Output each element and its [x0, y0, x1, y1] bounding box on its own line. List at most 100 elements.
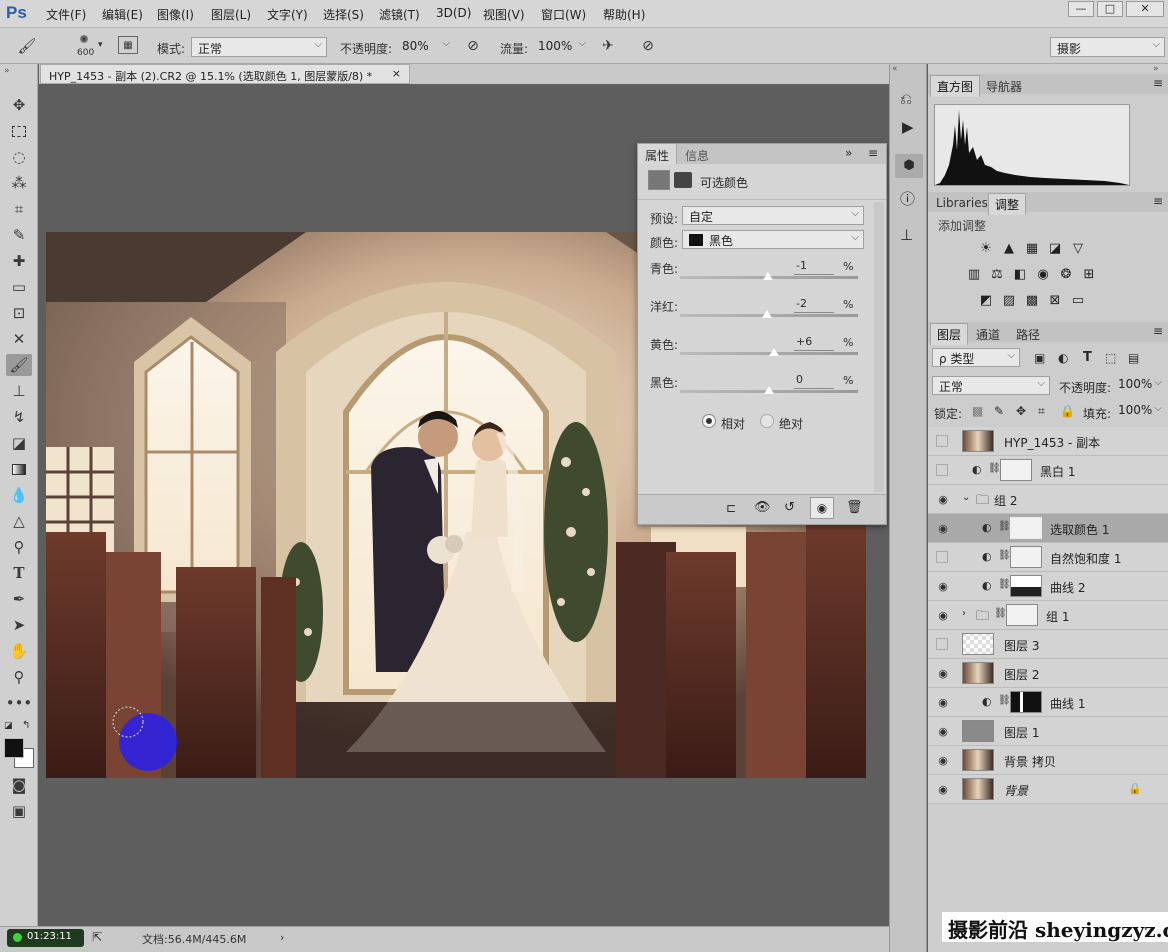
preset-dropdown[interactable]: 自定 ⌵ — [682, 206, 864, 225]
layer-row[interactable]: ◐ ⛓ 自然饱和度 1 — [928, 543, 1168, 572]
menu-3d[interactable]: 3D(D) — [436, 6, 471, 20]
link-icon[interactable]: ⛓ — [998, 521, 1011, 532]
default-colors-icon[interactable]: ◪ — [4, 721, 13, 731]
menu-window[interactable]: 窗口(W) — [541, 6, 586, 23]
frame-tool-icon[interactable]: ⊡ — [6, 302, 32, 324]
menu-edit[interactable]: 编辑(E) — [102, 6, 143, 23]
blend-mode-dropdown[interactable]: 正常 ⌵ — [932, 376, 1050, 395]
tab-paths[interactable]: 路径 — [1010, 324, 1046, 345]
posterize-icon[interactable]: ▨ — [1001, 292, 1017, 308]
tab-histogram[interactable]: 直方图 — [930, 75, 981, 97]
chevron-down-icon[interactable]: ⌄ — [962, 492, 970, 503]
visibility-box-icon[interactable] — [936, 551, 948, 563]
3d-panel-button[interactable]: ⬢ — [895, 154, 923, 178]
eye-icon[interactable]: ◉ — [936, 754, 950, 767]
link-icon[interactable]: ⛓ — [998, 695, 1011, 706]
close-tab-icon[interactable]: × — [392, 67, 401, 80]
reset-icon[interactable]: ↺ — [784, 500, 795, 515]
slider-value-field[interactable]: -1 — [794, 259, 834, 275]
menu-image[interactable]: 图像(I) — [157, 6, 194, 23]
collapse-right-icon[interactable]: » — [1153, 64, 1159, 74]
history-brush-icon[interactable]: ↯ — [6, 406, 32, 428]
layer-thumbnail[interactable] — [962, 430, 994, 452]
eye-icon[interactable]: ◉ — [936, 493, 950, 506]
quick-mask-icon[interactable]: ◙ — [6, 774, 32, 796]
layer-row[interactable]: ◉ › 🗀 ⛓ 组 1 — [928, 601, 1168, 630]
invert-icon[interactable]: ◩ — [978, 292, 994, 308]
tab-channels[interactable]: 通道 — [970, 324, 1006, 345]
radio-relative[interactable] — [702, 414, 716, 428]
layer-row[interactable]: ◐ ⛓ 黑白 1 — [928, 456, 1168, 485]
eraser-tool-icon[interactable]: ◪ — [6, 432, 32, 454]
menu-help[interactable]: 帮助(H) — [603, 6, 645, 23]
tab-adjustments[interactable]: 调整 — [988, 193, 1027, 215]
brightness-icon[interactable]: ☀ — [978, 240, 994, 256]
layer-thumbnail[interactable] — [962, 720, 994, 742]
tab-info[interactable]: 信息 — [678, 144, 716, 164]
lock-pixels-icon[interactable]: ✎ — [994, 404, 1004, 418]
panel-menu-icon[interactable]: ≡ — [868, 146, 878, 160]
filter-adjust-icon[interactable]: ◐ — [1058, 351, 1068, 365]
layer-thumbnail[interactable] — [962, 633, 994, 655]
stamp-tool-icon[interactable]: ⊥ — [6, 380, 32, 402]
slider-thumb[interactable] — [764, 386, 774, 394]
link-icon[interactable]: ⛓ — [998, 579, 1011, 590]
eye-icon[interactable]: ◉ — [936, 725, 950, 738]
maximize-button[interactable]: □ — [1097, 1, 1123, 17]
clip-to-layer-icon[interactable]: ⊏ — [726, 501, 736, 515]
color-balance-icon[interactable]: ⚖ — [989, 266, 1005, 282]
mask-icon[interactable] — [674, 172, 692, 188]
pressure-size-icon[interactable]: ⊘ — [638, 36, 658, 56]
actions-play-icon[interactable]: ▶ — [902, 118, 914, 136]
hand-tool-icon[interactable]: ✋ — [6, 640, 32, 662]
layer-row[interactable]: 图层 3 — [928, 630, 1168, 659]
eye-icon[interactable]: ◉ — [936, 522, 950, 535]
slider-value-field[interactable]: -2 — [794, 297, 834, 313]
layer-thumbnail[interactable] — [962, 778, 994, 800]
filter-smart-icon[interactable]: ▤ — [1128, 351, 1139, 365]
layer-thumbnail[interactable] — [962, 662, 994, 684]
crop-tool-icon[interactable]: ⌗ — [6, 198, 32, 220]
toggle-visibility-button[interactable]: ◉ — [810, 497, 834, 519]
close-window-button[interactable]: ✕ — [1126, 1, 1164, 17]
layer-row[interactable]: ◉ ◐ ⛓ 曲线 2 — [928, 572, 1168, 601]
black-white-icon[interactable]: ◧ — [1012, 266, 1028, 282]
layer-row[interactable]: ◉ ◐ ⛓ 选取颜色 1 — [928, 514, 1168, 543]
tab-properties[interactable]: 属性 — [638, 144, 678, 164]
swap-colors-icon[interactable]: ↰ — [22, 720, 30, 731]
chevron-right-icon[interactable]: › — [962, 608, 966, 619]
layer-row[interactable]: ◉ 图层 2 — [928, 659, 1168, 688]
slider-thumb[interactable] — [763, 272, 774, 280]
layer-mask-thumbnail[interactable] — [1010, 575, 1042, 597]
menu-filter[interactable]: 滤镜(T) — [379, 6, 420, 23]
filter-type-icon[interactable]: T — [1083, 350, 1092, 365]
chevron-down-icon[interactable]: ▾ — [98, 40, 103, 50]
trash-icon[interactable]: 🗑 — [846, 500, 863, 515]
gradient-tool-icon[interactable] — [6, 458, 32, 480]
layer-opacity-field[interactable]: 100% ⌵ — [1114, 376, 1166, 395]
lasso-tool-icon[interactable]: ◌ — [6, 146, 32, 168]
channel-mixer-icon[interactable]: ❂ — [1058, 266, 1074, 282]
exposure-icon[interactable]: ◪ — [1047, 240, 1063, 256]
eye-icon[interactable]: ◉ — [936, 667, 950, 680]
eye-icon[interactable]: ◉ — [936, 609, 950, 622]
slider-thumb[interactable] — [762, 310, 773, 318]
lock-all-icon[interactable]: 🔒 — [1060, 404, 1075, 418]
link-icon[interactable]: ⛓ — [988, 463, 1001, 474]
gradient-map-icon[interactable]: ▭ — [1070, 292, 1086, 308]
lock-artboard-icon[interactable]: ⌗ — [1038, 404, 1045, 419]
share-icon[interactable]: ⇱ — [92, 930, 102, 944]
visibility-box-icon[interactable] — [936, 638, 948, 650]
color-dropdown[interactable]: 黑色 ⌵ — [682, 230, 864, 249]
tab-navigator[interactable]: 导航器 — [980, 76, 1028, 97]
content-aware-move-icon[interactable]: ✕ — [6, 328, 32, 350]
tab-layers[interactable]: 图层 — [930, 323, 969, 345]
lock-transparent-icon[interactable]: ▩ — [972, 404, 983, 418]
link-icon[interactable]: ⛓ — [998, 550, 1011, 561]
document-tab[interactable]: HYP_1453 - 副本 (2).CR2 @ 15.1% (选取颜色 1, 图… — [40, 64, 410, 84]
foreground-color-swatch[interactable] — [4, 738, 24, 758]
layer-mask-thumbnail[interactable] — [1010, 546, 1042, 568]
filter-pixel-icon[interactable]: ▣ — [1034, 351, 1045, 365]
brush-tool-icon[interactable]: 🖌 — [6, 354, 32, 376]
eye-icon[interactable]: ◉ — [936, 783, 950, 796]
